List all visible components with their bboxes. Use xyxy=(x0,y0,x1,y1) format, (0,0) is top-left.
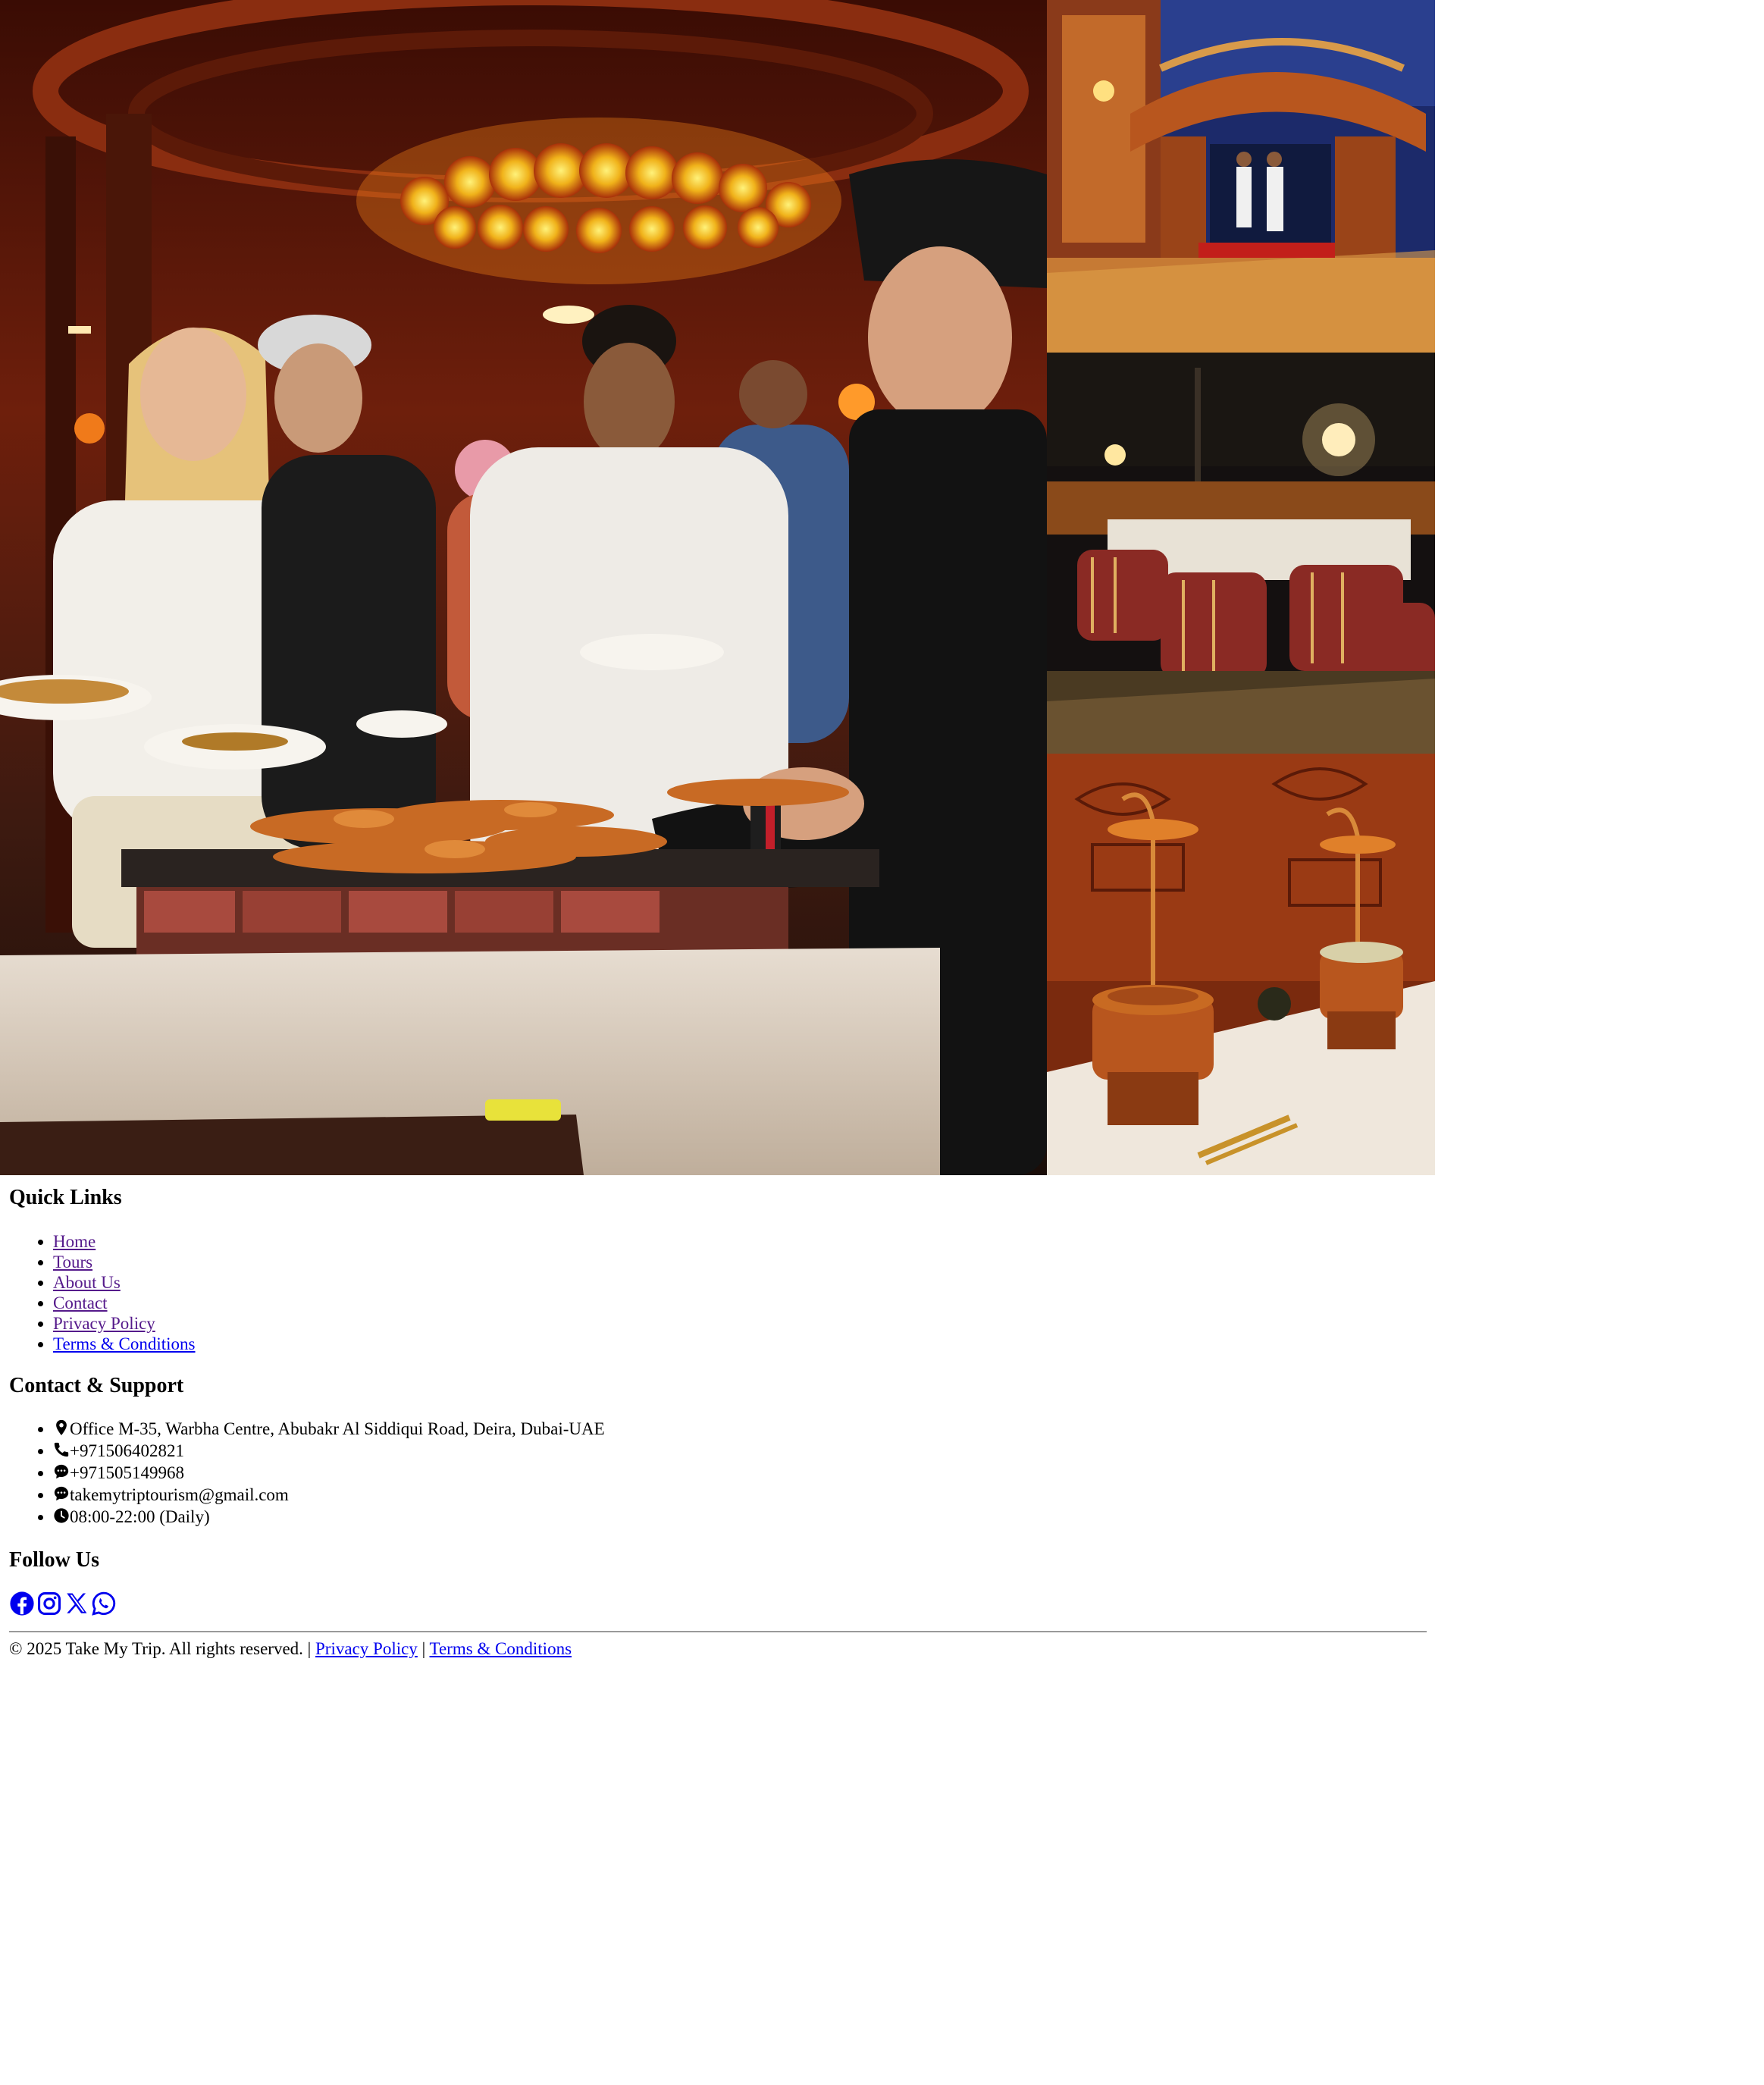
list-item: Terms & Conditions xyxy=(53,1334,196,1354)
list-item: Tours xyxy=(53,1252,196,1272)
about-us-link[interactable]: About Us xyxy=(53,1273,121,1292)
list-item: 08:00-22:00 (Daily) xyxy=(53,1506,605,1528)
separator: | xyxy=(421,1639,426,1658)
address-text: Office M-35, Warbha Centre, Abubakr Al S… xyxy=(70,1419,605,1438)
contact-list: Office M-35, Warbha Centre, Abubakr Al S… xyxy=(9,1418,605,1528)
copper-buffet-station-photo xyxy=(1047,754,1435,1175)
list-item: takemytriptourism@gmail.com xyxy=(53,1484,605,1506)
phone-text: +971506402821 xyxy=(70,1441,184,1460)
follow-us-heading: Follow Us xyxy=(9,1548,99,1572)
list-item: +971505149968 xyxy=(53,1462,605,1484)
bottom-privacy-policy-link[interactable]: Privacy Policy xyxy=(315,1639,418,1658)
footer-divider xyxy=(9,1631,1427,1632)
email-text: takemytriptourism@gmail.com xyxy=(70,1485,289,1504)
photo-gallery xyxy=(0,0,1435,1175)
hours-text: 08:00-22:00 (Daily) xyxy=(70,1507,210,1526)
copyright-text: © 2025 Take My Trip. All rights reserved… xyxy=(9,1639,303,1658)
quick-links-heading: Quick Links xyxy=(9,1186,122,1209)
clock-icon xyxy=(53,1507,70,1524)
list-item: Office M-35, Warbha Centre, Abubakr Al S… xyxy=(53,1418,605,1440)
tours-link[interactable]: Tours xyxy=(53,1253,92,1271)
list-item: Home xyxy=(53,1231,196,1252)
chat-icon xyxy=(53,1463,70,1480)
bottom-terms-conditions-link[interactable]: Terms & Conditions xyxy=(430,1639,572,1658)
list-item: Contact xyxy=(53,1293,196,1313)
location-pin-icon xyxy=(53,1419,70,1436)
privacy-policy-link[interactable]: Privacy Policy xyxy=(53,1314,155,1333)
home-link[interactable]: Home xyxy=(53,1232,96,1251)
list-item: Privacy Policy xyxy=(53,1313,196,1334)
x-icon[interactable] xyxy=(64,1591,89,1616)
instagram-icon[interactable] xyxy=(36,1591,62,1616)
chat-icon xyxy=(53,1485,70,1502)
contact-link[interactable]: Contact xyxy=(53,1293,108,1312)
list-item: About Us xyxy=(53,1272,196,1293)
copyright-bar: © 2025 Take My Trip. All rights reserved… xyxy=(9,1639,572,1659)
bbq-buffet-photo xyxy=(0,0,1047,1175)
separator: | xyxy=(307,1639,312,1658)
social-links xyxy=(9,1591,117,1616)
phone-icon xyxy=(53,1441,70,1458)
contact-support-heading: Contact & Support xyxy=(9,1374,184,1397)
terms-conditions-link[interactable]: Terms & Conditions xyxy=(53,1334,196,1353)
facebook-icon[interactable] xyxy=(9,1591,35,1616)
whatsapp-number-text: +971505149968 xyxy=(70,1463,184,1482)
quick-links-list: Home Tours About Us Contact Privacy Poli… xyxy=(9,1231,196,1354)
camp-seating-arena-photo xyxy=(1047,353,1435,754)
list-item: +971506402821 xyxy=(53,1440,605,1462)
whatsapp-icon[interactable] xyxy=(91,1591,117,1616)
camp-entrance-arch-photo xyxy=(1047,0,1435,353)
